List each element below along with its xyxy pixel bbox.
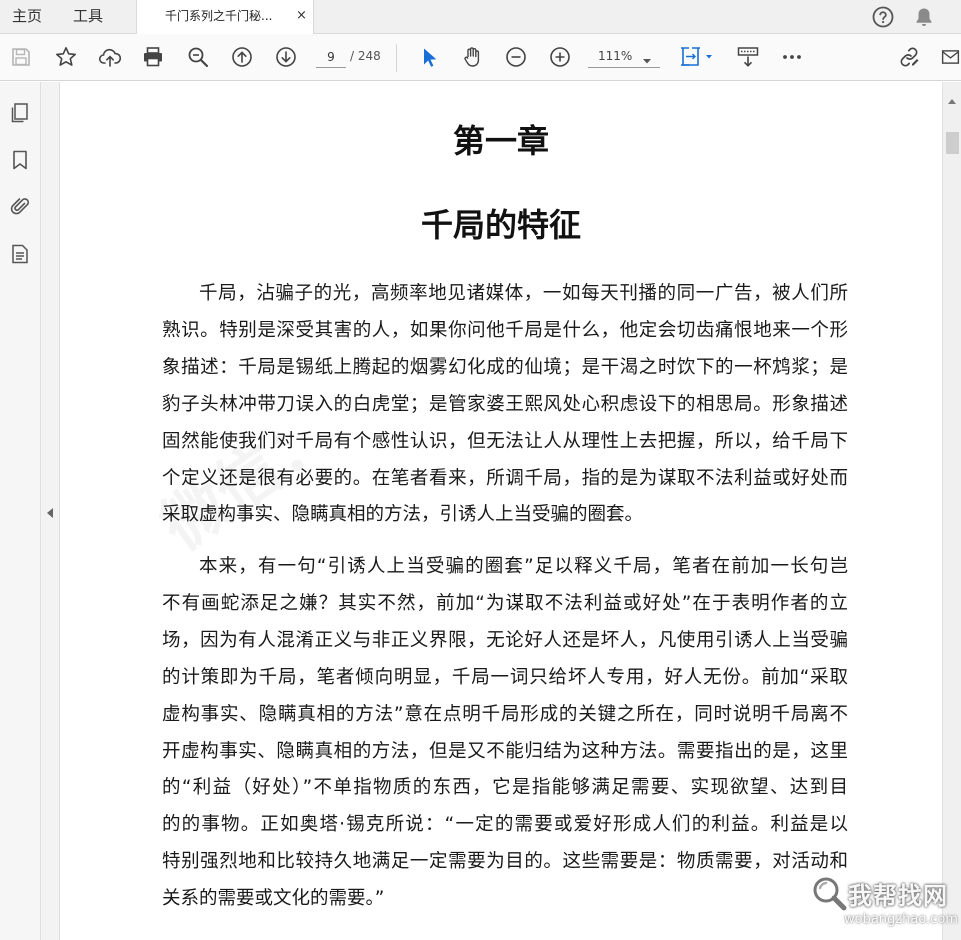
text-line: 固然能使我们对千局有个感性认识，但无法让人从理性上去把握，所以，给千局下 [162, 430, 848, 452]
site-watermark-logo: 我帮找网 wobangzhao.com [808, 872, 958, 936]
text-line: 熟识。特别是深受其害的人，如果你问他千局是什么，他定会切齿痛恨地来一个形 [162, 319, 848, 341]
collapse-panel-icon[interactable] [46, 504, 54, 518]
text-line: 个定义还是很有必要的。在笔者看来，所调千局，指的是为谋取不法利益或好处而 [162, 467, 848, 489]
text-line: 场，因为有人混淆正义与非正义界限，无论好人还是坏人，凡使用引诱人上当受骗 [162, 629, 848, 651]
next-page-icon[interactable] [273, 44, 299, 70]
bookmark-icon[interactable] [9, 149, 31, 171]
text-line: 的的事物。正如奥塔·锡克所说：“一定的需要或爱好形成人们的利益。利益是以 [162, 814, 848, 836]
print-icon[interactable] [140, 44, 166, 70]
chapter-number: 第一章 [452, 122, 549, 160]
star-icon[interactable] [53, 44, 79, 70]
close-tab-icon[interactable]: × [296, 0, 307, 32]
zoom-select[interactable]: 111% [588, 46, 660, 68]
zoom-out-icon[interactable] [503, 44, 529, 70]
text-line: 关系的需要或文化的需要。” [162, 888, 385, 910]
text-line: 象描述：千局是锡纸上腾起的烟雾幻化成的仙境；是干渴之时饮下的一杯鸩浆；是 [162, 356, 848, 378]
sign-icon[interactable] [896, 44, 922, 70]
hand-tool-icon[interactable] [459, 44, 485, 70]
scroll-up-icon[interactable] [947, 90, 957, 104]
text-line: 本来，有一句“引诱人上当受骗的圈套”足以释义千局，笔者在前加一长句岂 [199, 556, 848, 577]
zoom-in-icon[interactable] [547, 44, 573, 70]
select-cursor-icon[interactable] [416, 44, 442, 70]
fit-page-icon[interactable] [679, 44, 717, 70]
mail-icon[interactable] [940, 44, 961, 70]
tab-home[interactable]: 主页 [12, 0, 42, 34]
zoom-out-search-icon[interactable] [185, 44, 211, 70]
more-options-icon[interactable] [779, 44, 805, 70]
magnifier-logo-icon [810, 874, 848, 912]
save-icon[interactable] [8, 44, 34, 70]
toolbar: / 248 111% [0, 34, 961, 81]
document-tab[interactable]: 千门系列之千门秘... × [136, 0, 314, 35]
text-line: 的“利益（好处）”不单指物质的东西，它是指能够满足需要、实现欲望、达到目 [162, 777, 848, 799]
chapter-title: 千局的特征 [420, 206, 581, 244]
scrollbar-thumb[interactable] [946, 132, 959, 154]
zoom-value: 111% [598, 49, 633, 63]
panel-collapse-strip[interactable] [41, 82, 60, 940]
cloud-upload-icon[interactable] [97, 44, 123, 70]
tab-tools[interactable]: 工具 [73, 0, 103, 34]
bell-icon[interactable] [912, 5, 936, 29]
document-page[interactable]: 微信： 第一章 千局的特征 千局，沾骗子的光，高频率地见诸媒体，一如每天刊播的同… [60, 82, 942, 940]
text-line: 开虚构事实、隐瞒真相的方法，但是又不能归结为这种方法。需要指出的是，这里 [162, 740, 848, 762]
previous-page-icon[interactable] [229, 44, 255, 70]
site-logo-url: wobangzhao.com [844, 912, 958, 927]
text-line: 不有画蛇添足之嫌？其实不然，前加“为谋取不法利益或好处”在于表明作者的立 [162, 592, 848, 614]
paragraph-1: 千局，沾骗子的光，高频率地见诸媒体，一如每天刊播的同一广告，被人们所 熟识。特别… [162, 276, 848, 534]
help-icon[interactable] [871, 5, 895, 29]
text-line: 采取虚构事实、隐瞒真相的方法，引诱人上当受骗的圈套。 [162, 504, 644, 526]
vertical-scrollbar[interactable] [942, 82, 961, 940]
text-line: 特别强烈地和比较持久地满足一定需要为目的。这些需要是：物质需要，对活动和 [162, 851, 848, 873]
text-line: 的计策即为千局，笔者倾向明显，千局一词只给坏人专用，好人无份。前加“采取 [162, 666, 848, 688]
text-line: 豹子头林冲带刀误入的白虎堂；是管家婆王熙风处心积虑设下的相思局。形象描述 [162, 393, 848, 415]
paragraph-2: 本来，有一句“引诱人上当受骗的圈套”足以释义千局，笔者在前加一长句岂 不有画蛇添… [162, 549, 848, 918]
text-line: 虚构事实、隐瞒真相的方法”意在点明千局形成的关键之所在，同时说明千局离不 [162, 703, 848, 725]
navigation-panel [0, 82, 41, 940]
chevron-down-icon [642, 51, 652, 64]
site-logo-name: 我帮找网 [848, 882, 948, 910]
document-properties-icon[interactable] [9, 243, 31, 265]
document-tab-label: 千门系列之千门秘... [165, 9, 273, 23]
page-thumbnails-icon[interactable] [9, 102, 31, 124]
tab-bar: 主页 工具 千门系列之千门秘... × [0, 0, 961, 35]
scroll-mode-icon[interactable] [735, 44, 761, 70]
page-total: / 248 [350, 49, 381, 63]
attachment-icon[interactable] [9, 195, 31, 217]
text-line: 千局，沾骗子的光，高频率地见诸媒体，一如每天刊播的同一广告，被人们所 [199, 283, 848, 304]
toolbar-divider [396, 44, 397, 72]
page-number-input[interactable] [316, 46, 346, 68]
